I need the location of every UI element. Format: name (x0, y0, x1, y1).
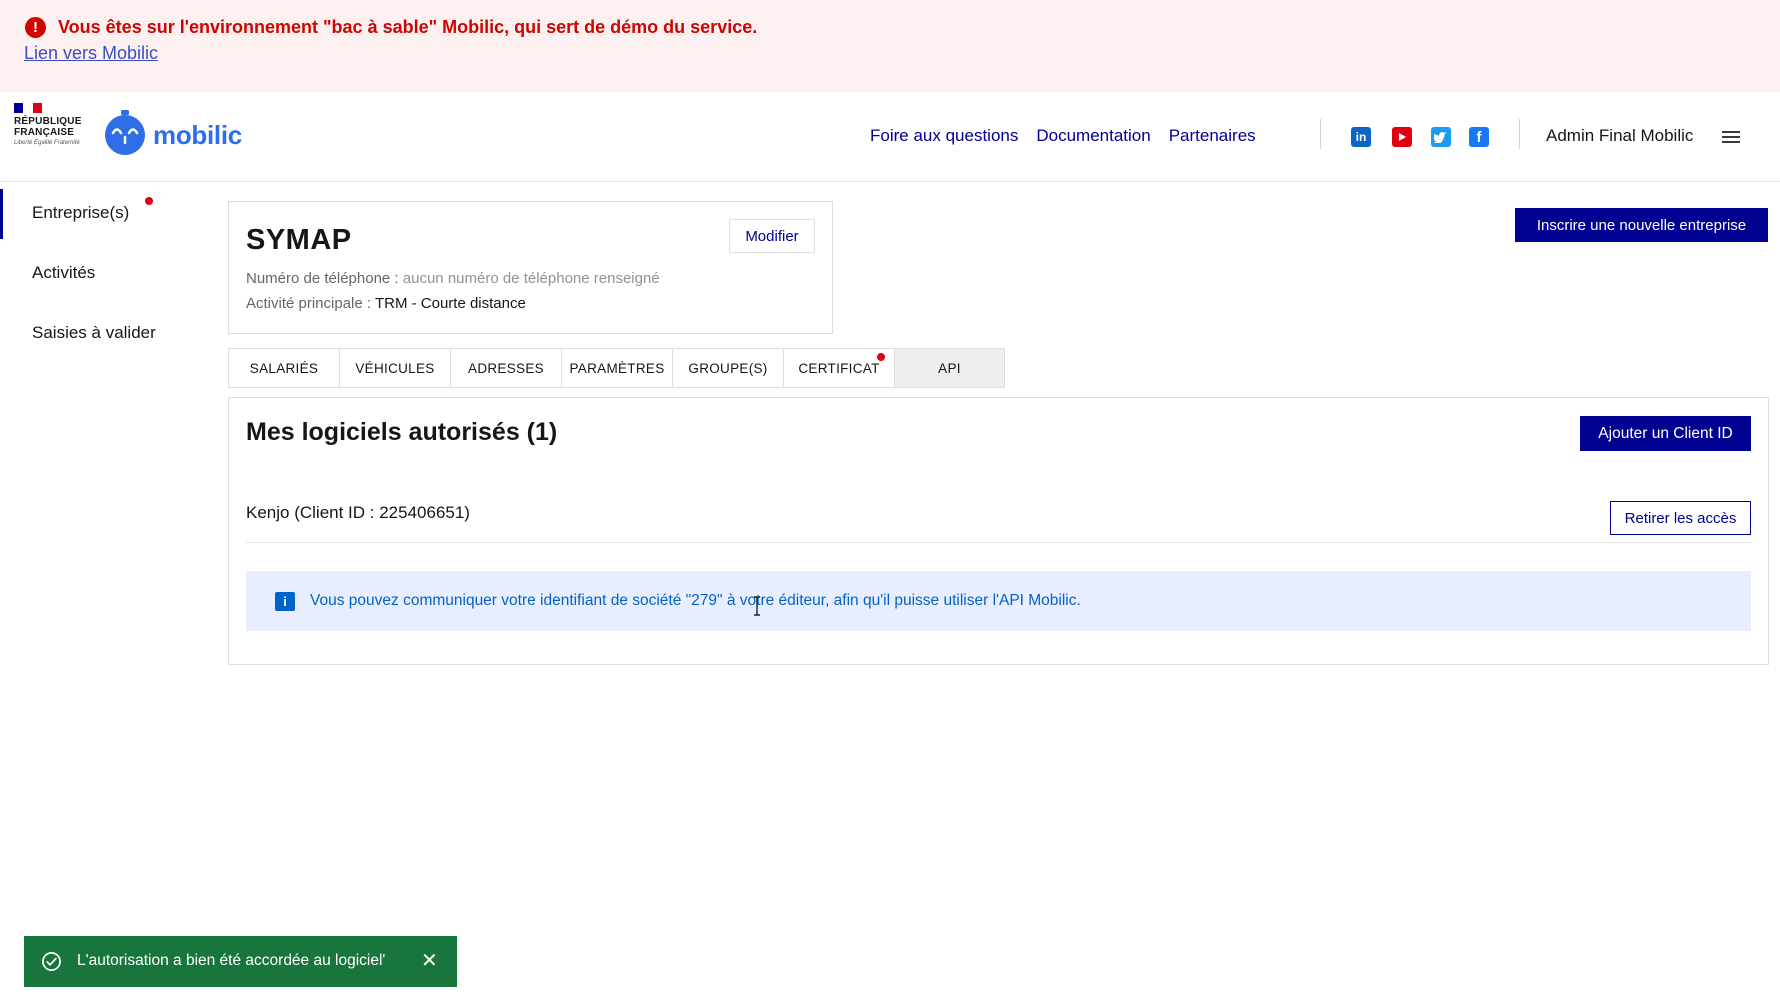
company-card: SYMAP Modifier Numéro de téléphone : auc… (228, 201, 833, 334)
header-separator (1519, 119, 1520, 149)
company-tabs: SALARIÉS VÉHICULES ADRESSES PARAMÈTRES G… (228, 348, 1005, 388)
sidebar-item-entreprises[interactable]: Entreprise(s) (0, 183, 200, 243)
alert-icon: ! (25, 17, 46, 38)
header: RÉPUBLIQUE FRANÇAISE Liberté Égalité Fra… (0, 92, 1780, 182)
flag-icon (14, 103, 42, 113)
sidebar-item-saisies[interactable]: Saisies à valider (0, 303, 200, 363)
nav-documentation[interactable]: Documentation (1036, 126, 1150, 146)
brand-name[interactable]: mobilic (153, 120, 242, 151)
add-client-id-button[interactable]: Ajouter un Client ID (1580, 416, 1751, 451)
nav-partners[interactable]: Partenaires (1169, 126, 1256, 146)
activity-label: Activité principale : (246, 295, 375, 312)
sidebar-item-label: Entreprise(s) (32, 203, 130, 222)
youtube-icon[interactable] (1392, 127, 1412, 147)
sidebar-item-activites[interactable]: Activités (0, 243, 200, 303)
tab-vehicules[interactable]: VÉHICULES (339, 348, 450, 388)
check-circle-icon (42, 952, 61, 971)
gov-motto: Liberté Égalité Fraternité (14, 140, 80, 146)
sandbox-banner: ! Vous êtes sur l'environnement "bac à s… (0, 0, 1780, 92)
republique-francaise-logo[interactable]: RÉPUBLIQUE FRANÇAISE Liberté Égalité Fra… (14, 103, 84, 165)
gov-title-2: FRANÇAISE (14, 127, 75, 138)
tab-api[interactable]: API (894, 348, 1005, 388)
sandbox-message: Vous êtes sur l'environnement "bac à sab… (58, 17, 758, 37)
divider (246, 542, 1751, 543)
toast-message: L'autorisation a bien été accordée au lo… (77, 952, 386, 969)
sidebar: Entreprise(s) Activités Saisies à valide… (0, 183, 200, 363)
info-notice: i Vous pouvez communiquer votre identifi… (246, 571, 1751, 631)
modify-button[interactable]: Modifier (729, 219, 815, 253)
api-panel: Mes logiciels autorisés (1) Ajouter un C… (228, 397, 1769, 665)
nav-faq[interactable]: Foire aux questions (870, 126, 1018, 146)
header-nav: Foire aux questions Documentation Parten… (870, 126, 1256, 146)
gov-title-1: RÉPUBLIQUE (14, 116, 82, 127)
tab-groupes[interactable]: GROUPE(S) (672, 348, 783, 388)
tab-adresses[interactable]: ADRESSES (450, 348, 561, 388)
linkedin-icon[interactable]: in (1351, 127, 1371, 147)
mobilic-logo-icon[interactable] (104, 110, 146, 156)
phone-value: aucun numéro de téléphone renseigné (402, 270, 660, 287)
activity-value: TRM - Courte distance (374, 295, 526, 312)
twitter-icon[interactable] (1431, 127, 1451, 147)
tab-salaries[interactable]: SALARIÉS (228, 348, 339, 388)
notification-dot (877, 353, 885, 361)
authorized-software-title: Mes logiciels autorisés (1) (246, 418, 558, 446)
company-name: SYMAP (246, 224, 352, 256)
new-company-button[interactable]: Inscrire une nouvelle entreprise (1515, 208, 1768, 242)
menu-icon[interactable] (1722, 128, 1742, 144)
phone-label: Numéro de téléphone : (246, 270, 403, 287)
success-toast: L'autorisation a bien été accordée au lo… (24, 936, 457, 987)
client-row: Kenjo (Client ID : 225406651) (246, 503, 470, 522)
phone-line: Numéro de téléphone : aucun numéro de té… (246, 270, 660, 287)
info-text: Vous pouvez communiquer votre identifian… (310, 592, 1081, 609)
sidebar-item-label: Activités (32, 263, 96, 282)
notification-dot (145, 197, 153, 205)
user-name[interactable]: Admin Final Mobilic (1546, 126, 1693, 146)
tab-certificat-label: CERTIFICAT (798, 360, 880, 376)
mobilic-link[interactable]: Lien vers Mobilic (24, 43, 158, 64)
sidebar-item-label: Saisies à valider (32, 323, 156, 342)
info-icon: i (275, 592, 295, 611)
text-cursor-icon (754, 596, 760, 616)
facebook-icon[interactable]: f (1469, 127, 1489, 147)
revoke-access-button[interactable]: Retirer les accès (1610, 501, 1751, 535)
activity-line: Activité principale : TRM - Courte dista… (246, 295, 526, 312)
tab-parametres[interactable]: PARAMÈTRES (561, 348, 672, 388)
tab-certificat[interactable]: CERTIFICAT (783, 348, 894, 388)
close-icon[interactable]: ✕ (421, 949, 438, 973)
header-separator (1320, 119, 1321, 149)
